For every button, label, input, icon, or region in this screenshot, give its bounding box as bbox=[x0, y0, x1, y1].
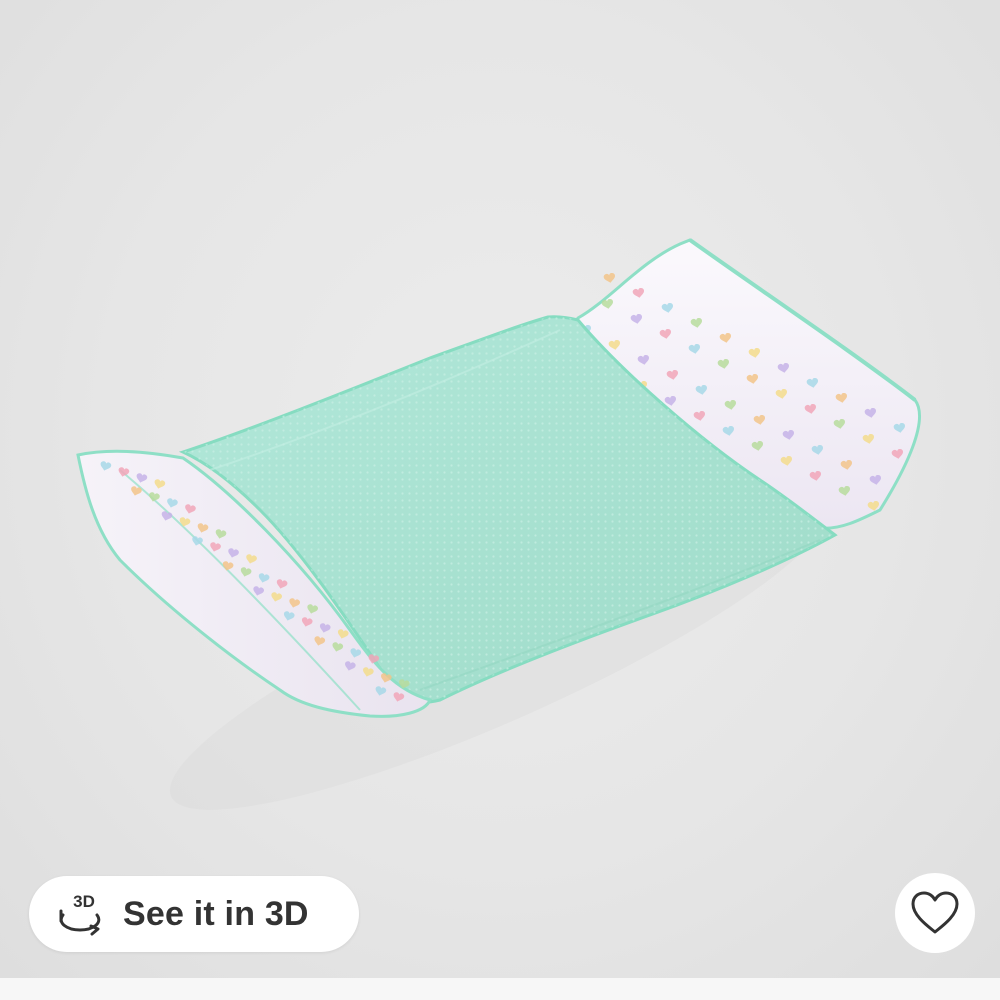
product-image bbox=[76, 238, 921, 810]
rotate-3d-icon: 3D bbox=[51, 885, 109, 943]
see-it-in-3d-label: See it in 3D bbox=[123, 894, 309, 933]
heart-print bbox=[603, 272, 615, 283]
product-image-viewer[interactable]: 3D See it in 3D bbox=[0, 0, 1000, 978]
see-it-in-3d-button[interactable]: 3D See it in 3D bbox=[29, 876, 359, 952]
favorite-button[interactable] bbox=[895, 873, 975, 953]
bottom-strip bbox=[0, 978, 1000, 1000]
heart-outline-icon bbox=[911, 891, 959, 934]
icon-3d-text: 3D bbox=[73, 892, 95, 911]
